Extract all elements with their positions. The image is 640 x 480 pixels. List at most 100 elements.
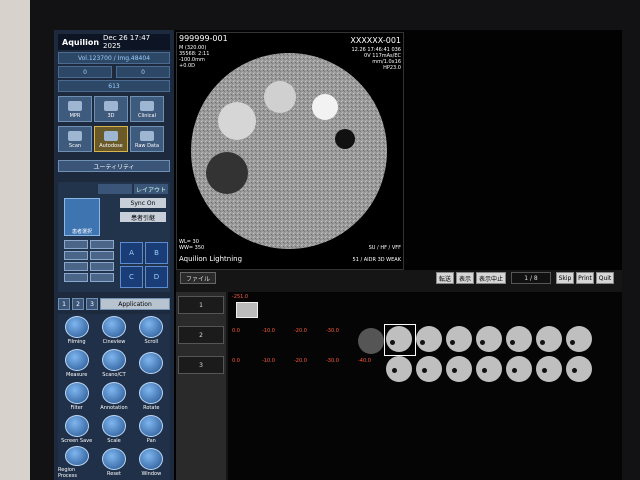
thumbnail[interactable]: [446, 326, 472, 352]
thumbnail[interactable]: [536, 326, 562, 352]
app-tab-application[interactable]: Application: [100, 298, 170, 310]
small-btn-2[interactable]: [90, 240, 114, 249]
quit-button[interactable]: Quit: [596, 272, 614, 284]
quad-b[interactable]: B: [145, 242, 168, 264]
quad-c[interactable]: C: [120, 266, 143, 288]
annotation-button[interactable]: Annotation: [95, 380, 132, 413]
mpr-icon: [68, 101, 82, 111]
transfer-button[interactable]: 転送: [436, 272, 454, 284]
right-id: XXXXXX-001: [350, 36, 401, 45]
small-btn-6[interactable]: [90, 262, 114, 271]
thumbnail[interactable]: [506, 326, 532, 352]
brand-label: Aquilion: [62, 37, 100, 47]
series-button[interactable]: 患者引継: [120, 212, 166, 222]
thumbnail[interactable]: [416, 326, 442, 352]
rotate-button[interactable]: Rotate: [133, 380, 170, 413]
page-indicator: 1 / 8: [511, 272, 551, 284]
thumbnail[interactable]: [386, 326, 412, 352]
patient-select-button[interactable]: 患者選択: [64, 198, 100, 236]
app-tab-3[interactable]: 3: [86, 298, 98, 310]
skip-button[interactable]: Skip: [556, 272, 574, 284]
scroll-button[interactable]: Scroll: [133, 314, 170, 347]
small-btn-5[interactable]: [64, 262, 88, 271]
sidebar: Aquilion Dec 26 17:47 2025 Vol.123700 / …: [54, 30, 174, 480]
print-button[interactable]: Print: [576, 272, 594, 284]
quad-a[interactable]: A: [120, 242, 143, 264]
app-tab-2[interactable]: 2: [72, 298, 84, 310]
utility-button[interactable]: ユーティリティ: [58, 160, 170, 172]
sidebar-header: Aquilion Dec 26 17:47 2025: [58, 34, 170, 50]
thumb-label: -10.0: [262, 328, 275, 334]
thumbnail[interactable]: [476, 356, 502, 382]
thumbnail[interactable]: [416, 356, 442, 382]
thumbnail[interactable]: [358, 328, 384, 354]
app-tab-1[interactable]: 1: [58, 298, 70, 310]
scano-ct-button[interactable]: Scano/CT: [95, 347, 132, 380]
mpr-button[interactable]: MPR: [58, 96, 92, 122]
autodose-icon: [104, 131, 118, 141]
pan-button[interactable]: Pan: [133, 413, 170, 446]
image-viewport[interactable]: 999999-001 XXXXXX-001 M (320.00) 35568: …: [176, 32, 404, 270]
screen-save-button[interactable]: Screen Save: [58, 413, 95, 446]
scale-button[interactable]: Scale: [95, 413, 132, 446]
sync-dropdown[interactable]: Sync On: [120, 198, 166, 208]
thumbnail[interactable]: [566, 356, 592, 382]
plusminus-button[interactable]: [133, 347, 170, 380]
rotate-icon: [139, 382, 164, 404]
clinical-button[interactable]: Clinical: [130, 96, 164, 122]
cineview-button[interactable]: Cineview: [95, 314, 132, 347]
camera-icon: [64, 415, 89, 437]
thumb-label: 0.0: [232, 358, 240, 364]
field-b[interactable]: 0: [116, 66, 170, 78]
thumbnail[interactable]: [446, 356, 472, 382]
small-btn-3[interactable]: [64, 251, 88, 260]
row-button-2[interactable]: 2: [178, 326, 224, 344]
reset-button[interactable]: Reset: [95, 446, 132, 479]
stop-display-button[interactable]: 表示中止: [476, 272, 506, 284]
reset-icon: [101, 448, 126, 470]
tiles-row1: MPR 3D Clinical: [58, 96, 164, 122]
count-row[interactable]: 613: [58, 80, 170, 92]
file-tab[interactable]: ファイル: [180, 272, 216, 284]
field-a[interactable]: 0: [58, 66, 112, 78]
scanogram-thumbnail[interactable]: [236, 302, 258, 318]
scan-button[interactable]: Scan: [58, 126, 92, 152]
thumbnail-area: -251.0 0.0 -10.0 -20.0 -30.0 0.0 -10.0 -…: [228, 292, 622, 480]
small-btn-4[interactable]: [90, 251, 114, 260]
thumbnail[interactable]: [536, 356, 562, 382]
small-buttons: [64, 240, 114, 282]
row-button-3[interactable]: 3: [178, 356, 224, 374]
thumbnail[interactable]: [566, 326, 592, 352]
region-process-button[interactable]: Region Process: [58, 446, 95, 479]
raw-data-button[interactable]: Raw Data: [130, 126, 164, 152]
patient-id: 999999-001: [179, 34, 228, 43]
thumbnail[interactable]: [386, 356, 412, 382]
filming-button[interactable]: Filming: [58, 314, 95, 347]
scan-icon: [68, 131, 82, 141]
tiles-row2: Scan Autodose Raw Data: [58, 126, 164, 152]
quad-d[interactable]: D: [145, 266, 168, 288]
measure-button[interactable]: Measure: [58, 347, 95, 380]
small-btn-1[interactable]: [64, 240, 88, 249]
display-button[interactable]: 表示: [456, 272, 474, 284]
right-line-5: HP23.0: [383, 65, 401, 71]
layout-section: レイアウト 患者選択 Sync On 患者引継 A B C D: [58, 182, 170, 292]
tab-layout[interactable]: レイアウト: [134, 184, 168, 194]
autodose-button[interactable]: Autodose: [94, 126, 128, 152]
thumbnail[interactable]: [506, 356, 532, 382]
insert-4: [335, 129, 355, 149]
window-button[interactable]: Window: [133, 446, 170, 479]
small-btn-7[interactable]: [64, 273, 88, 282]
annotation-icon: [101, 382, 126, 404]
plusminus-icon: [139, 352, 164, 374]
row-button-1[interactable]: 1: [178, 296, 224, 314]
thumb-label: -10.0: [262, 358, 275, 364]
volume-row[interactable]: Vol.123700 / Img.48404: [58, 52, 170, 64]
filter-button[interactable]: Filter: [58, 380, 95, 413]
tab-blank[interactable]: [98, 184, 132, 194]
app-tabs: 1 2 3 Application: [58, 298, 170, 310]
small-btn-8[interactable]: [90, 273, 114, 282]
3d-button[interactable]: 3D: [94, 96, 128, 122]
filter-icon: [64, 382, 89, 404]
thumbnail[interactable]: [476, 326, 502, 352]
